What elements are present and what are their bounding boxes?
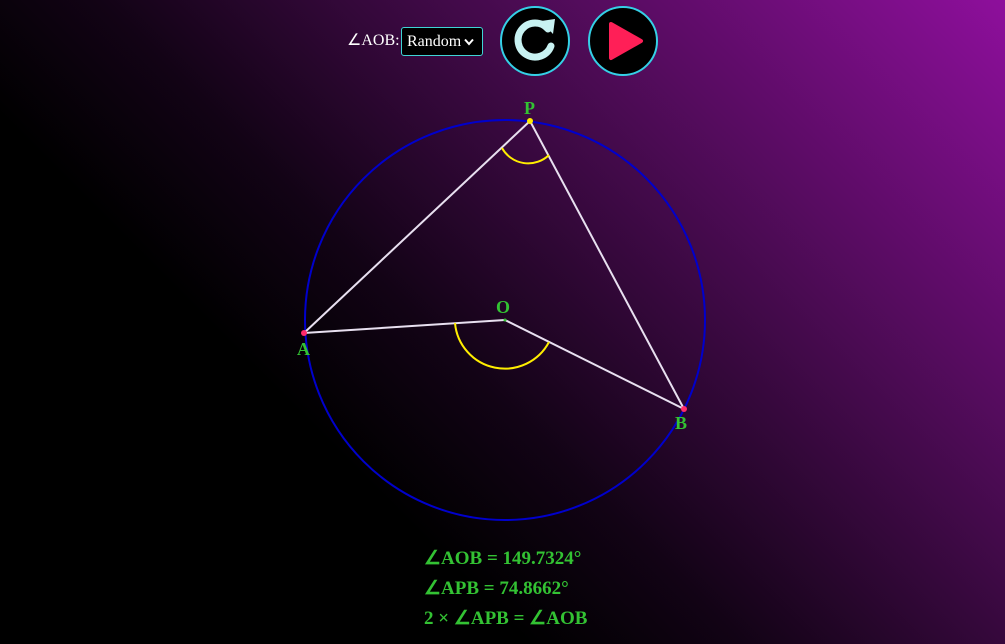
point-b[interactable]	[681, 406, 687, 412]
label-a: A	[297, 339, 310, 359]
label-o: O	[496, 297, 510, 317]
angle-apb-readout: ∠APB = 74.8662°	[424, 578, 569, 599]
label-b: B	[675, 413, 687, 433]
point-a[interactable]	[301, 330, 307, 336]
radius-oa	[303, 319, 506, 334]
angle-aob-readout: ∠AOB = 149.7324°	[424, 548, 582, 569]
radius-ob	[504, 319, 685, 410]
angle-relation-readout: 2 × ∠APB = ∠AOB	[424, 608, 588, 629]
angle-aob-arc	[454, 322, 550, 370]
chord-pb	[529, 120, 685, 410]
point-o	[503, 318, 507, 322]
label-p: P	[524, 98, 535, 118]
angle-apb-arc	[501, 147, 550, 165]
point-p[interactable]	[527, 118, 533, 124]
